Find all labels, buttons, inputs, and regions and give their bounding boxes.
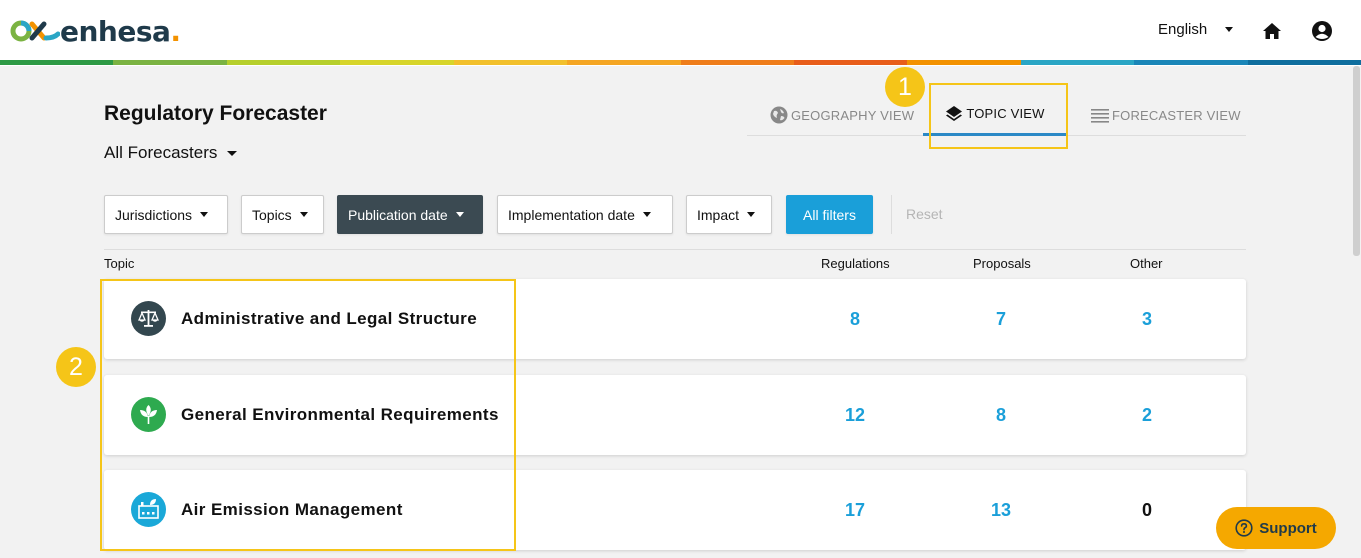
leaf-icon	[131, 397, 166, 432]
tab-forecaster-view[interactable]: FORECASTER VIEW	[1090, 94, 1241, 136]
jurisdictions-filter-label: Jurisdictions	[115, 206, 193, 223]
tab-topic-label: TOPIC VIEW	[966, 106, 1045, 121]
home-icon[interactable]	[1262, 21, 1282, 41]
scales-icon	[131, 301, 166, 336]
implementation-date-filter-button[interactable]: Implementation date	[497, 195, 673, 234]
chevron-down-icon	[747, 212, 756, 217]
chevron-down-icon	[642, 212, 651, 217]
brand-color-segment	[793, 60, 908, 65]
topic-row[interactable]: Administrative and Legal Structure 8 7 3	[104, 279, 1246, 359]
all-filters-button[interactable]: All filters	[786, 195, 873, 234]
impact-filter-button[interactable]: Impact	[686, 195, 772, 234]
topic-row[interactable]: Air Emission Management 17 13 0	[104, 470, 1246, 550]
chevron-down-icon	[299, 212, 308, 217]
logo-text: enhesa.	[60, 14, 181, 48]
page-scrollbar[interactable]	[1352, 66, 1361, 558]
callout-badge-2: 2	[56, 347, 96, 387]
brand-color-segment	[567, 60, 681, 65]
brand-color-segment	[226, 60, 341, 65]
filter-divider	[891, 195, 892, 234]
publication-date-filter-button[interactable]: Publication date	[337, 195, 483, 234]
other-count[interactable]: 0	[1117, 500, 1177, 521]
chevron-down-icon	[200, 212, 209, 217]
globe-icon	[770, 106, 788, 124]
topics-filter-label: Topics	[252, 206, 292, 223]
regulations-count[interactable]: 17	[825, 500, 885, 521]
scrollbar-thumb[interactable]	[1353, 66, 1360, 256]
brand-color-segment	[680, 60, 794, 65]
enhesa-logo-mark-icon	[10, 20, 60, 42]
publication-date-filter-label: Publication date	[348, 206, 448, 223]
topics-filter-button[interactable]: Topics	[241, 195, 324, 234]
tab-topic-view[interactable]: TOPIC VIEW	[923, 94, 1066, 136]
jurisdictions-filter-button[interactable]: Jurisdictions	[104, 195, 228, 234]
language-select[interactable]: English	[1158, 21, 1234, 38]
all-filters-label: All filters	[803, 206, 856, 223]
view-tabs: GEOGRAPHY VIEW TOPIC VIEW FORECASTER VIE…	[747, 94, 1246, 136]
topic-name[interactable]: General Environmental Requirements	[181, 405, 499, 425]
brand-color-segment	[453, 60, 568, 65]
callout-badge-1: 1	[885, 67, 925, 107]
brand-color-segment	[1247, 60, 1361, 65]
table-divider	[104, 249, 1246, 250]
regulations-count[interactable]: 8	[825, 309, 885, 330]
tab-forecaster-label: FORECASTER VIEW	[1112, 107, 1241, 123]
chevron-down-icon	[455, 212, 464, 217]
chevron-down-icon	[1225, 27, 1234, 32]
topic-row[interactable]: General Environmental Requirements 12 8 …	[104, 375, 1246, 455]
help-circle-icon	[1235, 519, 1253, 537]
reset-filters-button[interactable]: Reset	[906, 206, 943, 222]
other-count[interactable]: 3	[1117, 309, 1177, 330]
implementation-date-filter-label: Implementation date	[508, 206, 635, 223]
forecaster-select-label: All Forecasters	[104, 143, 218, 162]
layers-icon	[946, 105, 963, 121]
factory-icon	[131, 492, 166, 527]
page-title: Regulatory Forecaster	[104, 102, 327, 125]
proposals-count[interactable]: 8	[971, 405, 1031, 426]
support-button[interactable]: Support	[1216, 507, 1336, 549]
regulations-count[interactable]: 12	[825, 405, 885, 426]
brand-color-segment	[1020, 60, 1135, 65]
chevron-down-icon	[227, 150, 238, 156]
list-lines-icon	[1091, 109, 1109, 123]
other-count[interactable]: 2	[1117, 405, 1177, 426]
forecaster-select[interactable]: All Forecasters	[104, 143, 238, 163]
column-header-topic: Topic	[104, 256, 135, 271]
column-header-proposals[interactable]: Proposals	[973, 256, 1031, 271]
tab-geography-label: GEOGRAPHY VIEW	[791, 107, 915, 123]
brand-color-segment	[340, 60, 454, 65]
impact-filter-label: Impact	[697, 206, 740, 223]
proposals-count[interactable]: 7	[971, 309, 1031, 330]
language-label: English	[1158, 21, 1208, 38]
app-header: enhesa. English	[0, 0, 1361, 66]
support-label: Support	[1259, 519, 1317, 537]
brand-color-segment	[113, 60, 227, 65]
topic-name[interactable]: Administrative and Legal Structure	[181, 309, 477, 329]
brand-color-segment	[1134, 60, 1248, 65]
brand-color-segment	[0, 60, 114, 65]
enhesa-logo[interactable]: enhesa.	[8, 14, 181, 48]
brand-color-segment	[907, 60, 1021, 65]
column-header-regulations[interactable]: Regulations	[821, 256, 890, 271]
user-account-icon[interactable]	[1311, 20, 1333, 42]
proposals-count[interactable]: 13	[971, 500, 1031, 521]
brand-color-bar	[0, 60, 1361, 65]
topic-name[interactable]: Air Emission Management	[181, 500, 403, 520]
column-header-other[interactable]: Other	[1130, 256, 1163, 271]
